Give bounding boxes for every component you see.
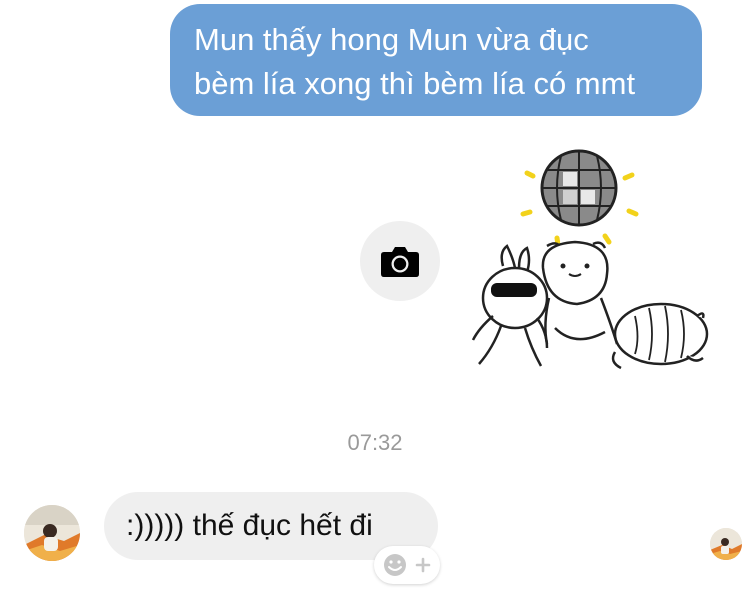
- add-reaction-button[interactable]: [374, 546, 440, 584]
- read-receipt-image: [710, 528, 742, 560]
- incoming-message-text: :))))) thế đục hết đi: [126, 509, 373, 542]
- message-timestamp: 07:32: [347, 430, 403, 455]
- outgoing-message-line-1: Mun thấy hong Mun vừa đục: [194, 22, 589, 57]
- disco-animals-sticker[interactable]: [465, 148, 710, 378]
- avatar-image: [24, 505, 80, 561]
- sender-avatar[interactable]: [24, 505, 80, 561]
- outgoing-message-bubble[interactable]: Mun thấy hong Mun vừa đục bèm lía xong t…: [170, 4, 702, 116]
- read-receipt-avatar: [710, 528, 742, 560]
- camera-icon: [381, 247, 419, 277]
- camera-button[interactable]: [360, 221, 440, 301]
- smiley-add-reaction-icon: [384, 554, 431, 576]
- outgoing-message-line-2: bèm lía xong thì bèm lía có mmt: [194, 66, 636, 101]
